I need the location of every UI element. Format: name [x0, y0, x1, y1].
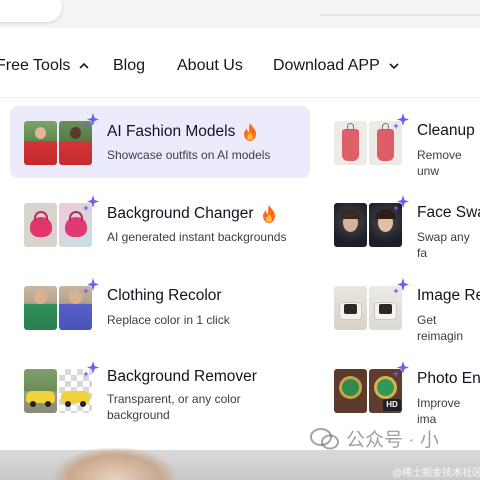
menu-item-cleanup[interactable]: Cleanup P Remove unw [322, 106, 480, 178]
photo-enhancer-label: Photo En [417, 370, 480, 387]
ai-fashion-models-desc: Showcase outfits on AI models [107, 148, 271, 162]
sparkle-icon [393, 195, 409, 211]
sparkle-icon [83, 278, 99, 294]
cleanup-label: Cleanup P [417, 122, 480, 139]
background-changer-desc: AI generated instant backgrounds [107, 230, 287, 244]
face-swap-title: Face Swa [417, 204, 480, 222]
fire-icon [262, 205, 275, 223]
sparkle-icon [83, 361, 99, 377]
background-remover-title: Background Remover [107, 368, 257, 386]
sparkle-icon [83, 195, 99, 211]
top-navigation: Free Tools Blog About Us Download APP [0, 28, 480, 98]
bg-changer-thumb-1 [24, 203, 57, 247]
tools-dropdown-panel: Free Tools Blog About Us Download APP AI… [0, 28, 480, 450]
nav-download-app[interactable]: Download APP [273, 57, 400, 75]
reimagine-thumb-1 [334, 286, 367, 330]
ai-fashion-models-label: AI Fashion Models [107, 123, 236, 140]
nav-free-tools[interactable]: Free Tools [0, 57, 90, 75]
top-divider [320, 14, 480, 16]
recolor-thumb-1 [24, 286, 57, 330]
top-search-pill[interactable] [0, 0, 62, 22]
nav-about-us[interactable]: About Us [177, 57, 243, 75]
cleanup-thumb-1 [334, 121, 367, 165]
sparkle-icon [393, 361, 409, 377]
sparkle-icon [393, 278, 409, 294]
clothing-recolor-label: Clothing Recolor [107, 287, 222, 304]
background-remover-label: Background Remover [107, 368, 257, 385]
menu-item-image-reimagine[interactable]: Image Re Get reimagin [322, 271, 480, 343]
clothing-recolor-desc: Replace color in 1 click [107, 313, 230, 327]
background-changer-label: Background Changer [107, 205, 254, 222]
image-reimagine-desc: Get reimagin [417, 313, 464, 343]
watermark-text: 公众号 · 小 [346, 430, 439, 451]
menu-item-background-remover[interactable]: Background Remover Transparent, or any c… [10, 354, 310, 426]
sparkle-icon [83, 113, 99, 129]
photo-enhancer-thumb-1 [334, 369, 367, 413]
background-changer-title: Background Changer [107, 204, 278, 224]
face-swap-desc: Swap any fa [417, 230, 470, 260]
menu-item-photo-enhancer[interactable]: HD Photo En Improve ima [322, 354, 480, 426]
menu-item-face-swap[interactable]: Face Swa Swap any fa [322, 188, 480, 260]
nav-about-label: About Us [177, 57, 243, 74]
image-reimagine-label: Image Re [417, 287, 480, 304]
menu-item-background-changer[interactable]: Background Changer AI generated instant … [10, 188, 310, 260]
face-swap-label: Face Swa [417, 204, 480, 221]
watermark-sub: @稀土掘金技术社区 [392, 468, 480, 479]
browser-top-strip [0, 0, 480, 28]
chevron-down-icon [389, 63, 399, 70]
cleanup-title: Cleanup P [417, 122, 480, 140]
cleanup-desc: Remove unw [417, 148, 462, 178]
wechat-icon [310, 427, 339, 449]
face-swap-thumb-1 [334, 203, 367, 247]
menu-item-clothing-recolor[interactable]: Clothing Recolor Replace color in 1 clic… [10, 271, 310, 343]
nav-free-tools-label: Free Tools [0, 57, 71, 74]
chevron-up-icon [79, 62, 89, 69]
photo-enhancer-desc: Improve ima [417, 396, 461, 426]
photo-enhancer-title: Photo En [417, 370, 480, 388]
nav-download-label: Download APP [273, 57, 380, 74]
clothing-recolor-title: Clothing Recolor [107, 287, 222, 305]
hero-model-photo [55, 448, 175, 480]
fashion-thumb-1 [24, 121, 57, 165]
nav-blog[interactable]: Blog [113, 57, 145, 75]
image-reimagine-title: Image Re [417, 287, 480, 305]
fire-icon [244, 123, 257, 141]
sparkle-icon [393, 113, 409, 129]
ai-fashion-models-title: AI Fashion Models [107, 122, 259, 142]
menu-item-ai-fashion-models[interactable]: AI Fashion Models Showcase outfits on AI… [10, 106, 310, 178]
hd-badge: HD [383, 399, 401, 411]
background-remover-desc: Transparent, or any color background [107, 392, 241, 422]
wechat-watermark: 公众号 · 小 [310, 425, 439, 452]
nav-blog-label: Blog [113, 57, 146, 74]
bg-remover-thumb-1 [24, 369, 57, 413]
